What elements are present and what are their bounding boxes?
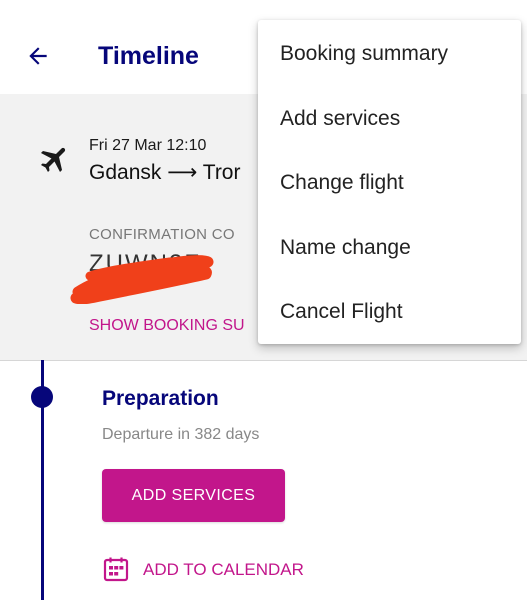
airplane-icon	[40, 147, 66, 173]
confirmation-label: CONFIRMATION CO	[89, 226, 235, 243]
flight-route: Gdansk ⟶ Tror	[89, 161, 241, 184]
timeline-dot	[31, 386, 53, 408]
back-button[interactable]	[20, 38, 56, 74]
menu-item-cancel-flight[interactable]: Cancel Flight	[258, 280, 521, 345]
menu-item-name-change[interactable]: Name change	[258, 216, 521, 281]
show-booking-summary-link[interactable]: SHOW BOOKING SU	[89, 317, 245, 335]
overflow-menu: Booking summary Add services Change flig…	[258, 20, 521, 344]
timeline-screen: Timeline Fri 27 Mar 12:10 Gdansk ⟶ Tror …	[0, 0, 527, 600]
redaction-scribble	[70, 255, 214, 304]
add-to-calendar-link[interactable]: ADD TO CALENDAR	[143, 560, 304, 580]
menu-item-booking-summary[interactable]: Booking summary	[258, 22, 521, 87]
calendar-icon[interactable]	[103, 556, 129, 582]
menu-item-add-services[interactable]: Add services	[258, 87, 521, 152]
arrow-left-icon	[29, 47, 47, 65]
add-services-button[interactable]: ADD SERVICES	[102, 469, 285, 522]
step-subtitle: Departure in 382 days	[102, 426, 260, 443]
step-title: Preparation	[102, 387, 219, 410]
flight-date: Fri 27 Mar 12:10	[89, 137, 207, 154]
menu-item-change-flight[interactable]: Change flight	[258, 151, 521, 216]
page-title: Timeline	[98, 42, 199, 70]
